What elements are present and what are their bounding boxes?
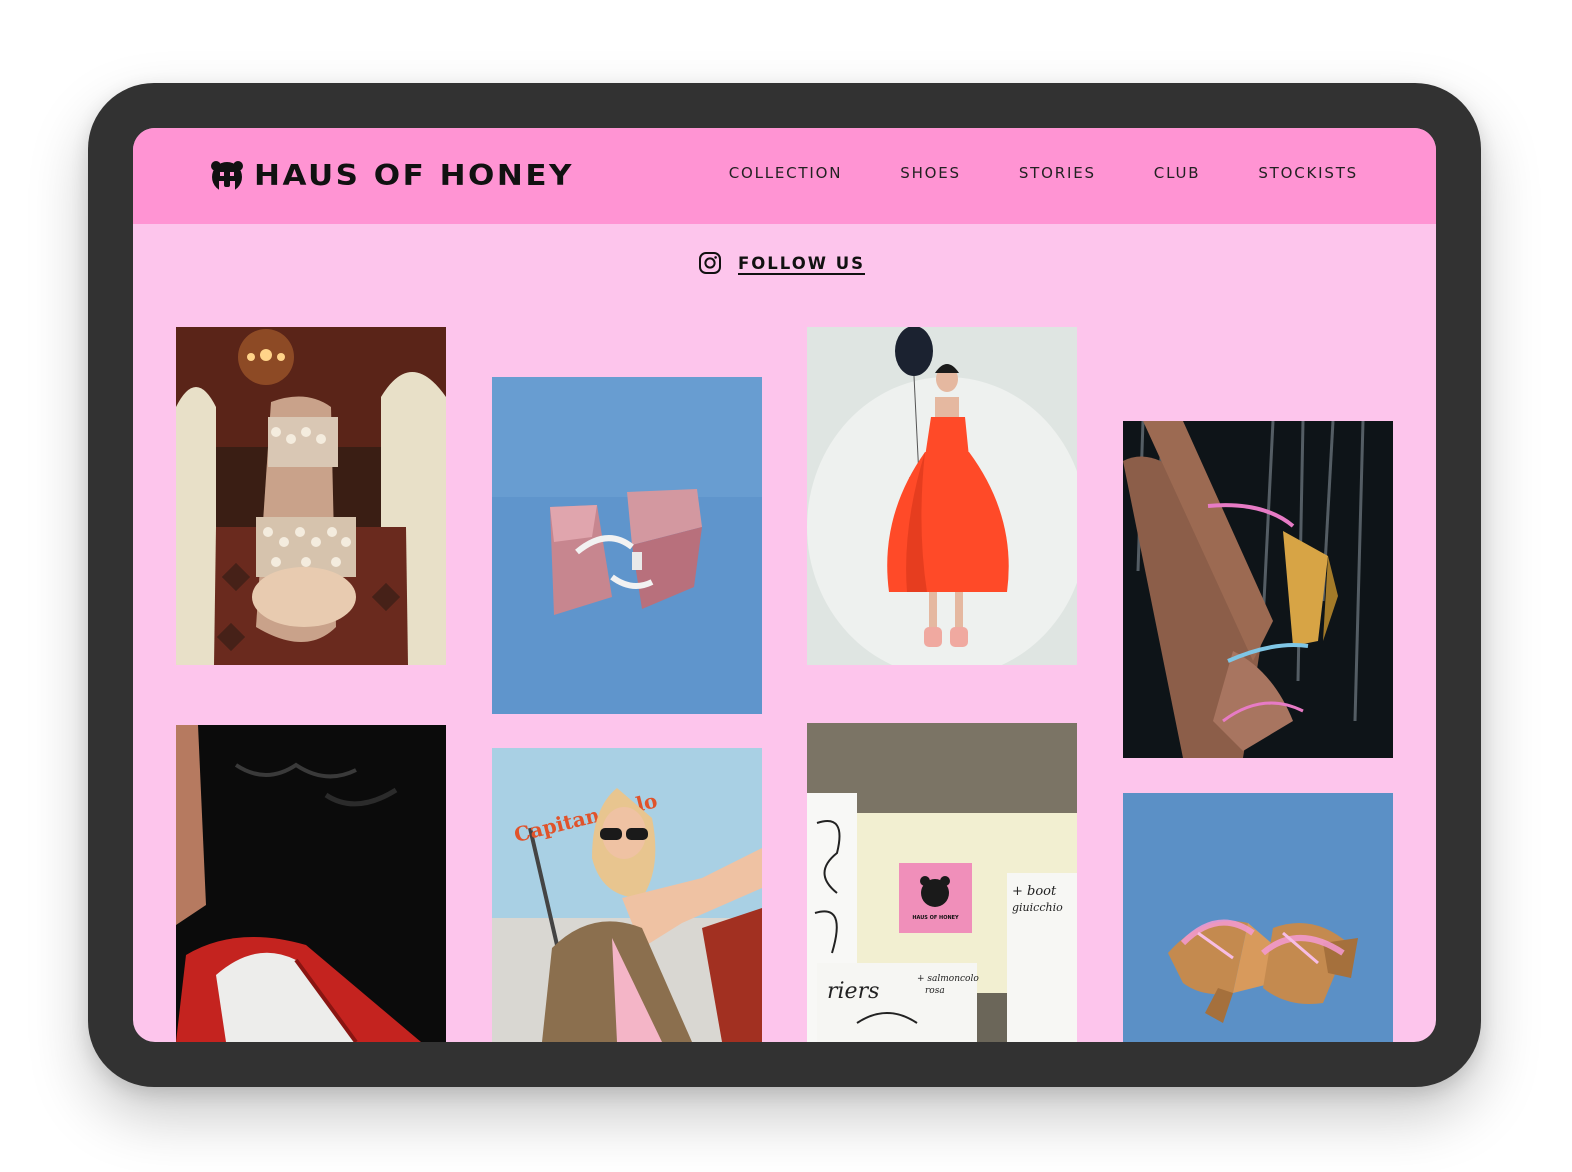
brand-logo-link[interactable]: HAUS OF HONEY [210, 158, 574, 194]
follow-us: FOLLOW US [698, 251, 865, 275]
instagram-icon[interactable] [698, 251, 722, 275]
gallery-photo-mood-board[interactable]: HAUS OF HONEY + boot giuicchio riers + s… [807, 723, 1077, 1042]
nav-stories[interactable]: STORIES [1019, 164, 1096, 182]
nav-shoes[interactable]: SHOES [900, 164, 961, 182]
gallery-photo-rhinestone-sandal[interactable] [176, 327, 446, 665]
note-salmoncolo: + salmoncolo [917, 974, 979, 984]
note-riers: riers [827, 979, 879, 1004]
gallery-photo-strappy-heel[interactable] [1123, 421, 1393, 758]
gallery-photo-red-mule[interactable] [176, 725, 446, 1042]
gallery-photo-capitan-italo[interactable]: Capitan Italo [492, 748, 762, 1042]
main-nav: COLLECTION SHOES STORIES CLUB STOCKISTS [729, 164, 1358, 182]
gallery-photo-red-dress-balloon[interactable] [807, 327, 1077, 665]
gallery-photo-platform-heels[interactable] [1123, 793, 1393, 1042]
note-rosa: rosa [925, 986, 945, 996]
gallery-photo-pink-wedges[interactable] [492, 377, 762, 714]
bear-icon [211, 161, 243, 193]
nav-club[interactable]: CLUB [1154, 164, 1201, 182]
note-boot: + boot [1012, 884, 1057, 899]
nav-collection[interactable]: COLLECTION [729, 164, 843, 182]
poster-brand-text: HAUS OF HONEY [912, 915, 959, 921]
brand-name: HAUS OF HONEY [254, 159, 574, 193]
follow-us-link[interactable]: FOLLOW US [738, 254, 865, 273]
tablet-screen: HAUS OF HONEY COLLECTION SHOES STORIES C… [133, 128, 1436, 1042]
site-header: HAUS OF HONEY COLLECTION SHOES STORIES C… [133, 128, 1436, 224]
note-giuicchio: giuicchio [1012, 901, 1063, 914]
nav-stockists[interactable]: STOCKISTS [1258, 164, 1358, 182]
